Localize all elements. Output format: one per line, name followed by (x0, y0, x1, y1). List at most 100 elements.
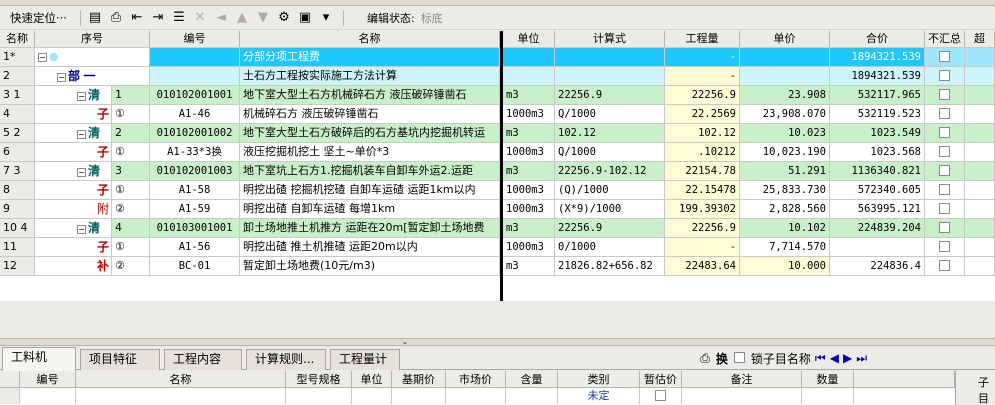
nosum-checkbox-cell[interactable] (925, 181, 965, 199)
header-code[interactable]: 编号 (20, 371, 76, 388)
nosum-checkbox-cell[interactable] (925, 67, 965, 85)
qty-cell[interactable]: 22256.9 (665, 219, 740, 237)
collapse-icon[interactable]: − (77, 129, 86, 139)
qty-cell[interactable]: 102.12 (665, 124, 740, 142)
code-cell[interactable] (150, 67, 240, 85)
qty-cell[interactable]: .10212 (665, 143, 740, 161)
header-unit[interactable]: 单位 (352, 371, 392, 388)
next-record-icon[interactable]: ▶ (843, 351, 852, 365)
header-rowname[interactable]: 名称 (0, 31, 35, 47)
remark-cell[interactable] (682, 388, 802, 404)
indent-left-icon[interactable]: ⇤ (128, 9, 146, 27)
code-cell[interactable]: 010102001001 (150, 86, 240, 104)
splitter-grip-icon[interactable]: ⌄ (402, 339, 408, 346)
table-row[interactable]: 3 1 − 清 1 010102001001 地下室大型土石方机械碎石方 液压破碎… (0, 86, 995, 105)
formula-cell[interactable]: Q/1000 (555, 143, 665, 161)
tab-features[interactable]: 项目特征 (80, 349, 160, 370)
code-cell[interactable]: A1-58 (150, 181, 240, 199)
base-price-cell[interactable] (392, 388, 446, 404)
tab-calc-rules[interactable]: 计算规则... (246, 349, 326, 370)
quick-locate-button[interactable]: 快速定位··· (10, 10, 67, 26)
code-cell[interactable]: A1-46 (150, 105, 240, 123)
tab-work-content[interactable]: 工程内容 (164, 349, 242, 370)
materials-row[interactable]: 未定 (0, 388, 955, 405)
qty-cell[interactable]: 22154.78 (665, 162, 740, 180)
code-cell[interactable] (150, 48, 240, 66)
price-cell[interactable]: 51.291 (740, 162, 830, 180)
provisional-checkbox-cell[interactable] (640, 388, 682, 404)
price-cell[interactable]: 7,714.570 (740, 238, 830, 256)
name-cell[interactable]: 分部分项工程费 (240, 48, 500, 66)
name-cell[interactable]: 机械碎石方 液压破碎锤凿石 (240, 105, 500, 123)
total-cell[interactable]: 1023.549 (830, 124, 925, 142)
name-cell[interactable]: 液压挖掘机挖土 坚土~单价*3 (240, 143, 500, 161)
nosum-checkbox-cell[interactable] (925, 238, 965, 256)
panel-splitter[interactable]: ⌄ (0, 338, 995, 346)
header-category[interactable]: 类别 (558, 371, 640, 388)
outdent-icon[interactable]: ☰ (170, 9, 188, 27)
header-code[interactable]: 编号 (150, 31, 240, 47)
formula-cell[interactable]: 22256.9 (555, 86, 665, 104)
code-cell[interactable]: 010102001003 (150, 162, 240, 180)
unit-cell[interactable]: 1000m3 (503, 238, 555, 256)
table-row[interactable]: 11 子 ① A1-56 明挖出碴 推土机推碴 运距20m以内 1000m3 0… (0, 238, 995, 257)
header-extra[interactable]: 超 (965, 31, 995, 47)
indent-right-icon[interactable]: ⇥ (149, 9, 167, 27)
lock-checkbox[interactable] (733, 351, 745, 365)
total-cell[interactable]: 224839.204 (830, 219, 925, 237)
nosum-checkbox-cell[interactable] (925, 162, 965, 180)
move-down-icon[interactable]: ▼ (254, 9, 272, 27)
unit-cell[interactable]: m3 (503, 162, 555, 180)
price-cell[interactable]: 10,023.190 (740, 143, 830, 161)
swap-button[interactable]: 换 (716, 350, 728, 367)
checkbox[interactable] (939, 50, 950, 62)
collapse-icon[interactable]: − (57, 72, 66, 82)
formula-cell[interactable]: 102.12 (555, 124, 665, 142)
last-record-icon[interactable]: ⏭ (856, 351, 867, 366)
nosum-checkbox-cell[interactable] (925, 105, 965, 123)
header-total[interactable]: 合价 (830, 31, 925, 47)
price-cell[interactable]: 23,908.070 (740, 105, 830, 123)
table-row[interactable]: 6 子 ① A1-33*3换 液压挖掘机挖土 坚土~单价*3 1000m3 Q/… (0, 143, 995, 162)
name-cell[interactable]: 暂定卸土场地费(10元/m3) (240, 257, 500, 275)
quota-icon[interactable]: ▣ (296, 9, 314, 27)
qty-cell[interactable]: 22256.9 (665, 86, 740, 104)
collapse-icon[interactable]: − (77, 224, 86, 234)
table-row[interactable]: 9 附 ② A1-59 明挖出碴 自卸车运碴 每增1km 1000m3 (X*9… (0, 200, 995, 219)
nosum-checkbox-cell[interactable] (925, 219, 965, 237)
nosum-checkbox-cell[interactable] (925, 48, 965, 66)
name-cell[interactable]: 土石方工程按实际施工方法计算 (240, 67, 500, 85)
header-name[interactable]: 名称 (76, 371, 286, 388)
checkbox[interactable] (655, 389, 666, 401)
name-cell[interactable] (76, 388, 286, 404)
table-row[interactable]: 10 4 − 清 4 010103001001 卸土场地推土机推方 运距在20m[… (0, 219, 995, 238)
unit-cell[interactable] (503, 48, 555, 66)
qty-cell[interactable]: - (665, 48, 740, 66)
name-cell[interactable]: 明挖出碴 自卸车运碴 每增1km (240, 200, 500, 218)
unit-cell[interactable] (503, 67, 555, 85)
unit-cell[interactable] (352, 388, 392, 404)
unit-cell[interactable]: 1000m3 (503, 105, 555, 123)
header-base-price[interactable]: 基期价 (392, 371, 446, 388)
table-row[interactable]: 4 子 ① A1-46 机械碎石方 液压破碎锤凿石 1000m3 Q/1000 … (0, 105, 995, 124)
price-cell[interactable]: 2,828.560 (740, 200, 830, 218)
move-left-icon[interactable]: ◄ (212, 9, 230, 27)
quantity-cell[interactable] (802, 388, 854, 404)
price-cell[interactable] (740, 67, 830, 85)
checkbox[interactable] (939, 126, 950, 138)
total-cell[interactable]: 563995.121 (830, 200, 925, 218)
price-cell[interactable] (740, 48, 830, 66)
content-cell[interactable] (506, 388, 558, 404)
formula-cell[interactable]: (X*9)/1000 (555, 200, 665, 218)
name-cell[interactable]: 明挖出碴 推土机推碴 运距20m以内 (240, 238, 500, 256)
header-price[interactable]: 单价 (740, 31, 830, 47)
qty-cell[interactable]: 199.39302 (665, 200, 740, 218)
total-cell[interactable]: 1136340.821 (830, 162, 925, 180)
formula-cell[interactable] (555, 67, 665, 85)
name-cell[interactable]: 地下室坑上石方1.挖掘机装车自卸车外运2.运距 (240, 162, 500, 180)
formula-cell[interactable]: (Q)/1000 (555, 181, 665, 199)
formula-cell[interactable] (555, 48, 665, 66)
unit-cell[interactable]: m3 (503, 86, 555, 104)
qty-cell[interactable]: - (665, 238, 740, 256)
collapse-icon[interactable]: − (77, 91, 86, 101)
